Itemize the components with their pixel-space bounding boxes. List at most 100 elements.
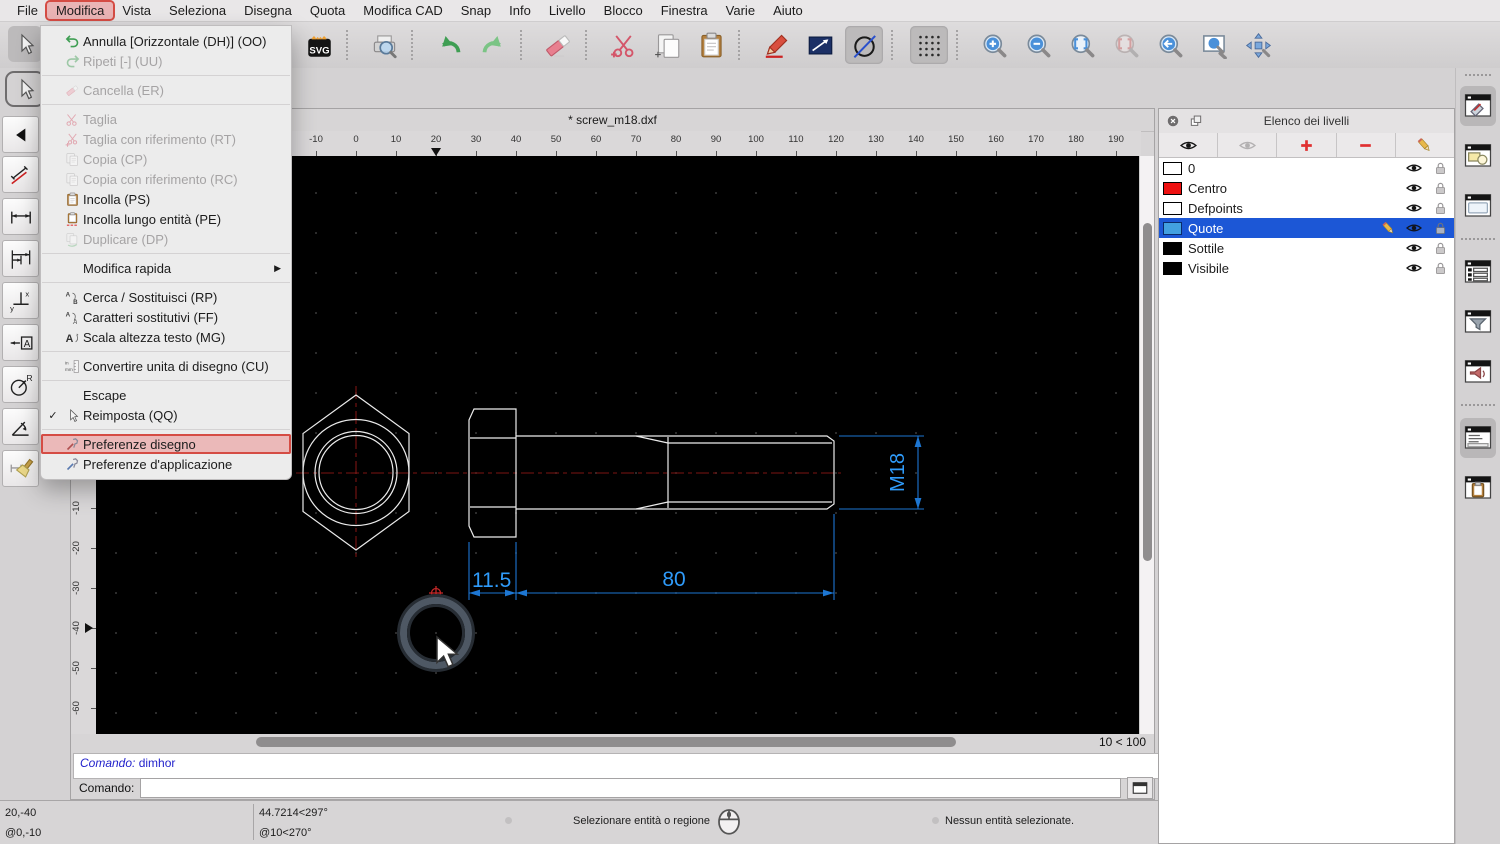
dim-aligned-button[interactable] <box>2 156 39 193</box>
show-all-layers-button[interactable] <box>1159 133 1219 157</box>
menu-item-copia-con-riferimento-rc[interactable]: Copia con riferimento (RC) <box>41 169 291 189</box>
menu-quota[interactable]: Quota <box>301 2 354 19</box>
layer-lock-toggle[interactable] <box>1430 221 1450 236</box>
dock-handle[interactable] <box>1465 74 1491 76</box>
layer-visibility-toggle[interactable] <box>1404 200 1424 216</box>
menu-blocco[interactable]: Blocco <box>595 2 652 19</box>
menu-item-taglia-con-riferimento-rt[interactable]: Taglia con riferimento (RT) <box>41 129 291 149</box>
dock-layer-list-widget[interactable] <box>1460 252 1496 292</box>
zoom-window-button[interactable] <box>1195 26 1233 64</box>
menu-item-ripeti-uu[interactable]: Ripeti [-] (UU) <box>41 51 291 71</box>
menu-item-preferenze-d-applicazione[interactable]: Preferenze d'applicazione <box>41 454 291 474</box>
zoom-redraw-button[interactable] <box>1151 26 1189 64</box>
layer-edit-indicator[interactable] <box>1378 221 1398 236</box>
dock-command-widget[interactable] <box>1460 418 1496 458</box>
menu-file[interactable]: File <box>8 2 47 19</box>
hide-all-layers-button[interactable] <box>1218 133 1278 157</box>
menu-aiuto[interactable]: Aiuto <box>764 2 812 19</box>
menu-item-incolla-ps[interactable]: Incolla (PS) <box>41 189 291 209</box>
copy-button[interactable] <box>648 26 686 64</box>
layer-lock-toggle[interactable] <box>1430 261 1450 276</box>
menu-info[interactable]: Info <box>500 2 540 19</box>
command-input[interactable] <box>140 778 1121 798</box>
panel-close-button[interactable] <box>1164 112 1182 130</box>
menu-item-duplicare-dp[interactable]: Duplicare (DP) <box>41 229 291 249</box>
print-preview-button[interactable] <box>365 26 403 64</box>
zoom-previous-button[interactable] <box>1107 26 1145 64</box>
layer-visibility-toggle[interactable] <box>1404 240 1424 256</box>
layer-lock-toggle[interactable] <box>1430 201 1450 216</box>
horizontal-scrollbar[interactable] <box>71 734 1086 751</box>
menu-item-annulla-orizzontale-dh-oo[interactable]: Annulla [Orizzontale (DH)] (OO) <box>41 31 291 51</box>
dock-layer-filter-widget[interactable] <box>1460 302 1496 342</box>
zoom-auto-button[interactable] <box>1063 26 1101 64</box>
line-tool-button[interactable] <box>801 26 839 64</box>
layer-lock-toggle[interactable] <box>1430 181 1450 196</box>
remove-layer-button[interactable] <box>1337 133 1396 157</box>
menu-item-convertire-unita-di-disegno-cu[interactable]: in mm Convertire unita di disegno (CU) <box>41 356 291 376</box>
menu-item-taglia[interactable]: Taglia <box>41 109 291 129</box>
menu-item-incolla-lungo-entit-pe[interactable]: Incolla lungo entità (PE) <box>41 209 291 229</box>
layer-visibility-toggle[interactable] <box>1404 260 1424 276</box>
menu-seleziona[interactable]: Seleziona <box>160 2 235 19</box>
zoom-pan-button[interactable] <box>1239 26 1277 64</box>
select-tool-button[interactable] <box>8 26 42 62</box>
back-button[interactable] <box>2 116 39 153</box>
menu-item-copia-cp[interactable]: Copia (CP) <box>41 149 291 169</box>
cut-button[interactable] <box>604 26 642 64</box>
layer-row-defpoints[interactable]: Defpoints <box>1159 198 1454 218</box>
panel-undock-button[interactable] <box>1187 112 1205 130</box>
menu-item-scala-altezza-testo-mg[interactable]: A Scala altezza testo (MG) <box>41 327 291 347</box>
dock-clipboard-widget[interactable] <box>1460 468 1496 508</box>
layer-row-quote[interactable]: Quote <box>1159 218 1454 238</box>
layer-visibility-toggle[interactable] <box>1404 160 1424 176</box>
draw-order-button[interactable] <box>757 26 795 64</box>
layer-visibility-toggle[interactable] <box>1404 220 1424 236</box>
grid-toggle-button[interactable] <box>910 26 948 64</box>
dim-leader-button[interactable]: A <box>2 324 39 361</box>
layer-row-0[interactable]: 0 <box>1159 158 1454 178</box>
dim-baseline-button[interactable] <box>2 240 39 277</box>
zoom-out-button[interactable] <box>1019 26 1057 64</box>
layer-visibility-toggle[interactable] <box>1404 180 1424 196</box>
command-toggle-button[interactable] <box>1127 777 1153 799</box>
horizontal-scrollbar-thumb[interactable] <box>256 737 956 747</box>
redo-button[interactable] <box>474 26 512 64</box>
svg-export-button[interactable]: SVG <box>300 26 338 64</box>
dock-pen-widget[interactable] <box>1460 86 1496 126</box>
menu-finestra[interactable]: Finestra <box>652 2 717 19</box>
circle-tool-button[interactable] <box>845 26 883 64</box>
dim-angular-button[interactable] <box>2 408 39 445</box>
dock-block-list-widget[interactable] <box>1460 136 1496 176</box>
menu-disegna[interactable]: Disegna <box>235 2 301 19</box>
layer-row-sottile[interactable]: Sottile <box>1159 238 1454 258</box>
select-pointer-button[interactable] <box>5 71 45 107</box>
layer-row-centro[interactable]: Centro <box>1159 178 1454 198</box>
menu-item-preferenze-disegno[interactable]: Preferenze disegno <box>41 434 291 454</box>
paste-button[interactable] <box>692 26 730 64</box>
menu-item-cancella-er[interactable]: Cancella (ER) <box>41 80 291 100</box>
vertical-scrollbar-thumb[interactable] <box>1143 223 1152 561</box>
dim-cleanup-button[interactable] <box>2 450 39 487</box>
layer-lock-toggle[interactable] <box>1430 241 1450 256</box>
menu-item-escape[interactable]: Escape <box>41 385 291 405</box>
menu-item-reimposta-qq[interactable]: ✓ Reimposta (QQ) <box>41 405 291 425</box>
layer-row-visibile[interactable]: Visibile <box>1159 258 1454 278</box>
vertical-scrollbar[interactable] <box>1139 156 1154 734</box>
menu-snap[interactable]: Snap <box>452 2 500 19</box>
menu-modifica-cad[interactable]: Modifica CAD <box>354 2 451 19</box>
dim-ordinate-button[interactable]: xy <box>2 282 39 319</box>
undo-button[interactable] <box>430 26 468 64</box>
menu-livello[interactable]: Livello <box>540 2 595 19</box>
dim-horizontal-button[interactable] <box>2 198 39 235</box>
menu-modifica[interactable]: Modifica <box>46 2 114 19</box>
menu-item-modifica-rapida[interactable]: Modifica rapida ▶ <box>41 258 291 278</box>
layer-lock-toggle[interactable] <box>1430 161 1450 176</box>
add-layer-button[interactable] <box>1277 133 1337 157</box>
dock-library-widget[interactable] <box>1460 186 1496 226</box>
menu-item-caratteri-sostitutivi-ff[interactable]: A A Caratteri sostitutivi (FF) <box>41 307 291 327</box>
dock-notification-widget[interactable] <box>1460 352 1496 392</box>
zoom-in-button[interactable] <box>975 26 1013 64</box>
menu-vista[interactable]: Vista <box>113 2 160 19</box>
delete-button[interactable] <box>539 26 577 64</box>
